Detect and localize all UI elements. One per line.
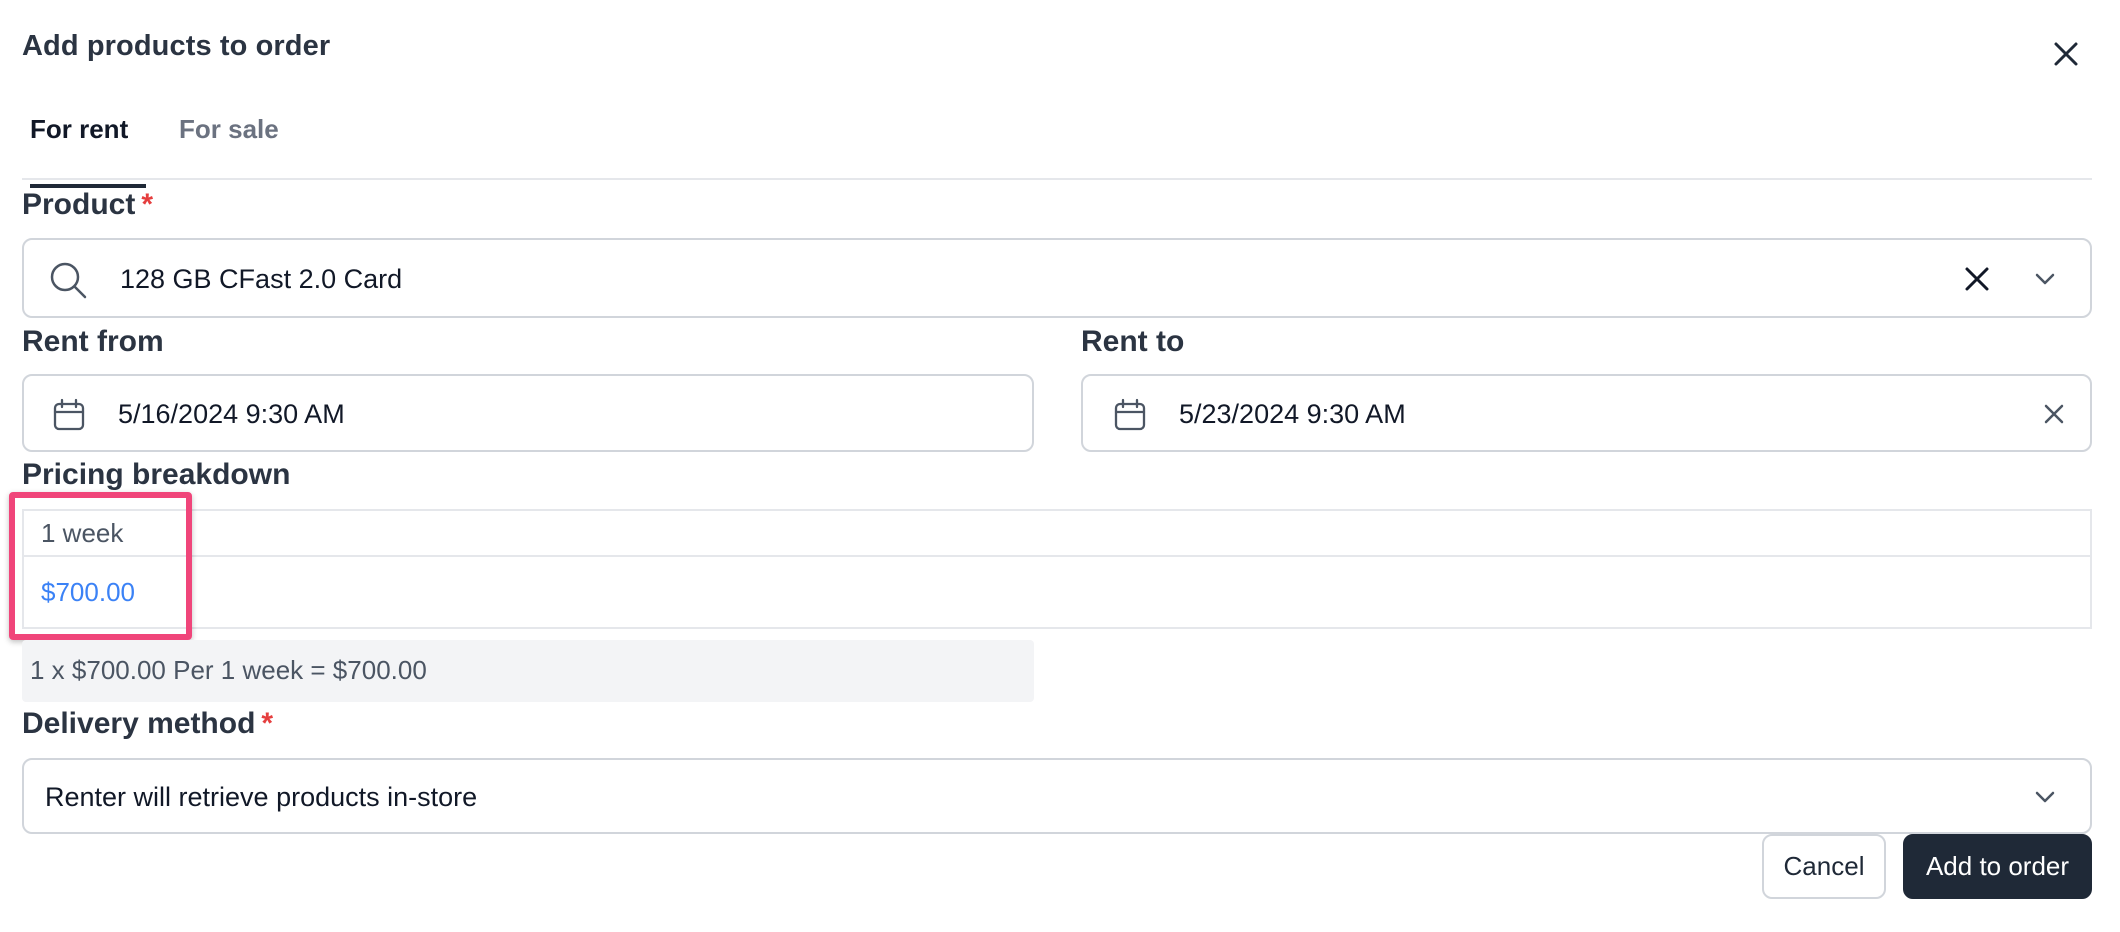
divider <box>24 555 2090 557</box>
required-mark: * <box>141 188 154 221</box>
chevron-down-icon <box>2035 791 2055 803</box>
rent-to-label: Rent to <box>1081 325 1185 358</box>
chevron-down-icon[interactable] <box>2033 271 2057 287</box>
product-search-input[interactable]: 128 GB CFast 2.0 Card <box>22 238 2092 318</box>
product-label: Product * <box>22 188 153 222</box>
rent-from-value: 5/16/2024 9:30 AM <box>118 399 345 429</box>
required-mark: * <box>261 707 274 740</box>
rent-from-field[interactable]: 5/16/2024 9:30 AM <box>22 374 1034 452</box>
close-button[interactable] <box>2048 36 2084 72</box>
delivery-method-label: Delivery method * <box>22 707 273 741</box>
rent-from-label: Rent from <box>22 325 164 358</box>
add-products-dialog: Add products to order For rent For sale … <box>0 0 2120 932</box>
rent-to-field[interactable]: 5/23/2024 9:30 AM <box>1081 374 2092 452</box>
highlight-annotation <box>9 492 192 640</box>
delivery-method-select[interactable]: Renter will retrieve products in-store <box>22 758 2092 834</box>
clear-icon[interactable] <box>1964 266 1990 292</box>
rent-to-value: 5/23/2024 9:30 AM <box>1179 399 1406 429</box>
tab-for-rent-label: For rent <box>30 114 129 144</box>
delivery-method-value: Renter will retrieve products in-store <box>45 782 478 812</box>
pricing-table: 1 week $700.00 <box>22 509 2092 629</box>
clear-icon[interactable] <box>2043 403 2065 425</box>
calendar-icon <box>53 398 85 431</box>
close-icon <box>2054 42 2078 66</box>
delivery-method-label-text: Delivery method <box>22 707 256 740</box>
cancel-button[interactable]: Cancel <box>1762 834 1886 899</box>
calendar-icon <box>1114 398 1146 431</box>
product-value: 128 GB CFast 2.0 Card <box>120 264 403 294</box>
tab-bar: For rent For sale <box>22 104 2092 188</box>
pricing-summary: 1 x $700.00 Per 1 week = $700.00 <box>22 640 1034 702</box>
product-label-text: Product <box>22 188 136 221</box>
pricing-summary-text: 1 x $700.00 Per 1 week = $700.00 <box>30 655 427 685</box>
tab-for-sale[interactable]: For sale <box>179 114 279 180</box>
add-to-order-button[interactable]: Add to order <box>1903 834 2092 899</box>
search-icon <box>50 262 87 299</box>
tab-for-rent[interactable]: For rent <box>30 114 146 188</box>
dialog-title: Add products to order <box>22 30 331 62</box>
pricing-breakdown-label: Pricing breakdown <box>22 458 291 491</box>
